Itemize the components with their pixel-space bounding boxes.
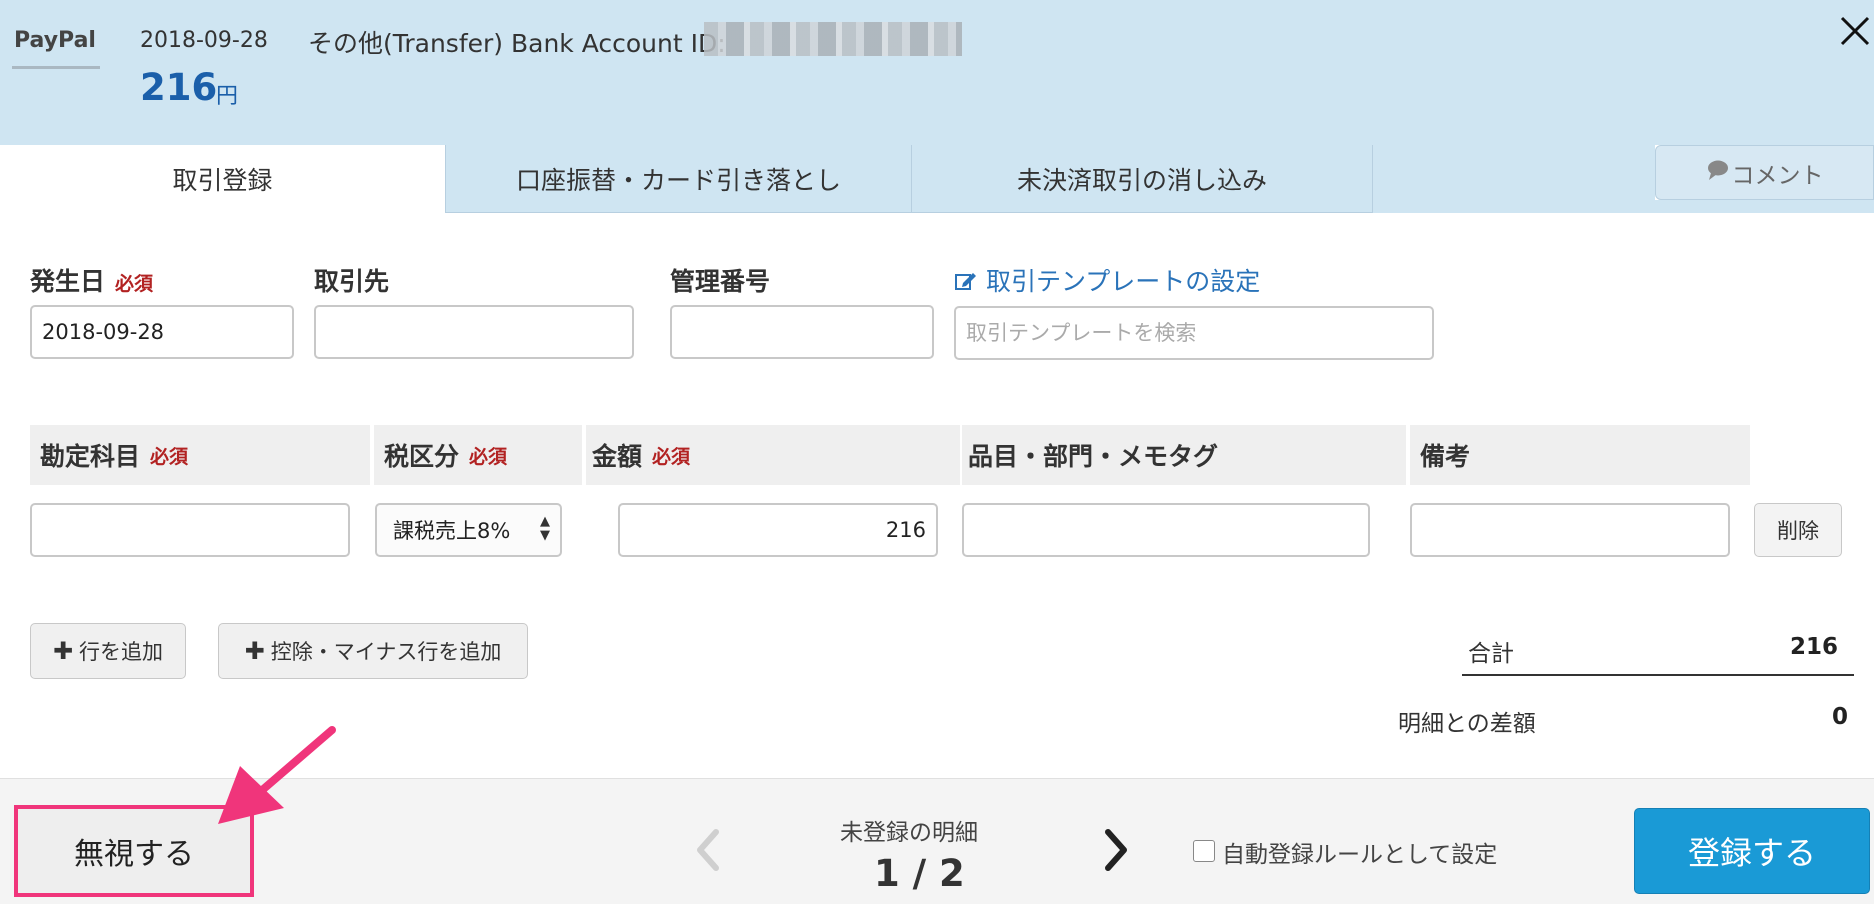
pager-count: 1 / 2 — [874, 852, 965, 895]
tab-strip-filler — [1655, 200, 1874, 213]
close-icon[interactable] — [1836, 8, 1874, 50]
required-badge: 必須 — [150, 445, 189, 468]
plus-icon: ✚ — [244, 637, 265, 665]
register-button[interactable]: 登録する — [1634, 808, 1870, 894]
required-badge: 必須 — [469, 445, 508, 468]
column-header-tax: 税区分 必須 — [374, 425, 582, 485]
column-header-amount-text: 金額 — [592, 442, 643, 471]
template-settings-link[interactable]: 取引テンプレートの設定 — [954, 262, 1260, 298]
account-name: PayPal — [14, 28, 96, 53]
management-number-input[interactable] — [670, 305, 934, 359]
tab-unsettled-clearing[interactable]: 未決済取引の消し込み — [912, 145, 1373, 213]
template-search-input[interactable] — [954, 306, 1434, 360]
annotation-arrow-icon — [200, 720, 350, 840]
partner-label: 取引先 — [314, 267, 390, 296]
item-dept-memo-input[interactable] — [962, 503, 1370, 557]
column-header-account-text: 勘定科目 — [40, 442, 141, 471]
column-header-tax-text: 税区分 — [384, 442, 460, 471]
template-settings-link-text: 取引テンプレートの設定 — [985, 267, 1261, 296]
unregistered-details-label: 未登録の明細 — [840, 820, 978, 846]
next-arrow-icon[interactable] — [1096, 822, 1136, 878]
currency-unit: 円 — [216, 84, 239, 109]
tab-strip-filler — [1373, 145, 1655, 213]
date-label-text: 発生日 — [30, 267, 106, 296]
transaction-date: 2018-09-28 — [140, 28, 268, 53]
add-minus-row-label: 控除・マイナス行を追加 — [270, 640, 502, 664]
note-input[interactable] — [1410, 503, 1730, 557]
column-header-item-dept-memo: 品目・部門・メモタグ — [962, 425, 1406, 485]
total-divider — [1462, 674, 1854, 676]
redacted-account-id — [704, 22, 962, 56]
column-header-note: 備考 — [1410, 425, 1750, 485]
total-value: 216 — [1790, 634, 1839, 660]
date-input[interactable] — [30, 305, 294, 359]
management-number-label: 管理番号 — [670, 267, 771, 296]
column-header-account: 勘定科目 必須 — [30, 425, 370, 485]
previous-arrow-icon[interactable] — [688, 822, 728, 878]
transaction-amount: 216 — [140, 66, 218, 109]
column-header-amount: 金額 必須 — [586, 425, 960, 485]
total-label: 合計 — [1468, 641, 1514, 667]
add-row-label: 行を追加 — [79, 640, 164, 664]
date-label: 発生日 必須 — [30, 262, 153, 298]
transaction-description: その他(Transfer) Bank Account ID: — [308, 29, 726, 58]
partner-input[interactable] — [314, 305, 634, 359]
required-badge: 必須 — [652, 445, 691, 468]
comment-label: コメント — [1731, 162, 1824, 189]
tax-category-value: 課税売上8% — [393, 519, 511, 543]
tab-transaction-register[interactable]: 取引登録 — [0, 145, 446, 213]
amount-input[interactable] — [618, 503, 938, 557]
edit-icon — [954, 267, 986, 296]
auto-rule-checkbox[interactable] — [1193, 840, 1215, 862]
add-row-button[interactable]: ✚ 行を追加 — [30, 623, 186, 679]
delete-row-button[interactable]: 削除 — [1754, 503, 1842, 557]
account-name-underline — [12, 66, 100, 69]
plus-icon: ✚ — [52, 637, 74, 665]
sort-arrows-icon: ▲ ▼ — [540, 514, 550, 543]
tax-category-select[interactable]: 課税売上8% ▲ ▼ — [375, 503, 562, 557]
tab-account-transfer[interactable]: 口座振替・カード引き落とし — [446, 145, 912, 213]
required-badge: 必須 — [115, 273, 154, 295]
speech-bubble-icon — [1706, 159, 1730, 187]
comment-button[interactable]: コメント — [1655, 145, 1874, 200]
account-input[interactable] — [30, 503, 350, 557]
difference-label: 明細との差額 — [1398, 711, 1536, 737]
add-minus-row-button[interactable]: ✚ 控除・マイナス行を追加 — [218, 623, 528, 679]
difference-value: 0 — [1832, 704, 1849, 730]
auto-rule-label[interactable]: 自動登録ルールとして設定 — [1222, 835, 1497, 869]
